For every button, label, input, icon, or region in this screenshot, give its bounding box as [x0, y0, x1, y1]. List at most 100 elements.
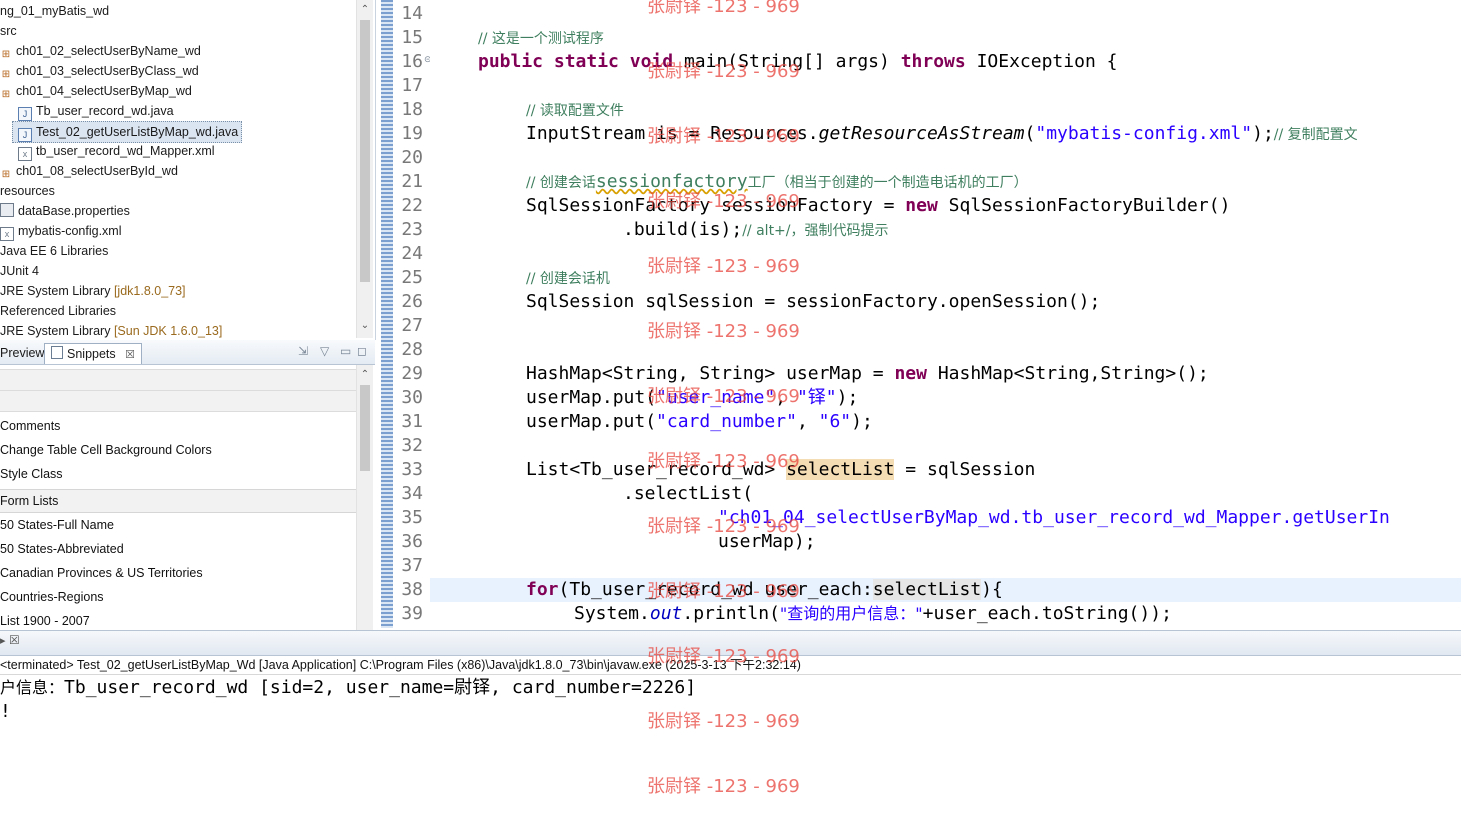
tree-item-label: resources	[0, 184, 55, 198]
snippet-item[interactable]: Countries-Regions	[0, 586, 356, 608]
package-explorer: ng_01_myBatis_wd src ⊞ ch01_02_selectUser…	[0, 0, 376, 340]
line-number: 37	[401, 555, 423, 576]
watermark: 张尉铎 -123 - 969	[647, 126, 800, 147]
console-text: 户信息：	[0, 678, 65, 697]
code-text: ,	[796, 411, 819, 432]
tree-item-properties-file[interactable]: dataBase.properties	[0, 201, 130, 221]
code-text: +user_each.toString());	[922, 603, 1172, 624]
snippet-item[interactable]: Style Class	[0, 463, 356, 485]
console-output[interactable]: 户信息：Tb_user_record_wd [sid=2, user_name=…	[0, 676, 1461, 840]
tree-item-xml-file[interactable]: x tb_user_record_wd_Mapper.xml	[18, 141, 215, 161]
line-number-gutter: 14 15 16 ⊝ 17 18 19 20 21 22 23 24 25 26…	[393, 0, 432, 628]
snippet-item[interactable]: 50 States-Abbreviated	[0, 538, 356, 560]
snippets-tab-bar: Preview Snippets ☒ ⇲ ▽ ▭ ◻	[0, 340, 375, 365]
package-icon: ⊞	[1, 49, 11, 60]
code-text: = sqlSession	[894, 459, 1036, 480]
line-number: 29	[401, 363, 423, 384]
console-tab-icon[interactable]: ▸	[0, 634, 6, 647]
code-text: HashMap<String,String>();	[926, 363, 1209, 384]
snippets-list: Comments Change Table Cell Background Co…	[0, 365, 375, 630]
maximize-icon[interactable]: ◻	[357, 344, 367, 358]
tree-item-label: mybatis-config.xml	[18, 224, 122, 238]
code-text: );	[836, 387, 859, 408]
code-string: "mybatis-config.xml"	[1035, 123, 1253, 144]
snippet-item[interactable]: List 1900 - 2007	[0, 610, 356, 630]
snippets-scrollbar[interactable]: ⌃	[356, 365, 373, 630]
tree-item-label: Java EE 6 Libraries	[0, 244, 109, 258]
tree-item-project[interactable]: ng_01_myBatis_wd	[0, 1, 109, 21]
close-icon[interactable]: ☒	[9, 633, 20, 647]
snippet-drawer-form-lists[interactable]: Form Lists	[0, 489, 356, 513]
code-comment: // alt+/，强制代码提示	[742, 223, 889, 239]
tree-item-library[interactable]: JUnit 4	[0, 261, 39, 281]
scroll-up-icon[interactable]: ⌃	[357, 2, 373, 18]
tree-item-package[interactable]: ⊞ ch01_02_selectUserByName_wd	[0, 41, 201, 61]
tree-item-library[interactable]: JRE System Library [jdk1.8.0_73]	[0, 281, 186, 301]
scroll-down-icon[interactable]: ⌄	[357, 318, 373, 334]
code-keyword: public	[478, 51, 544, 72]
tree-item-package[interactable]: ⊞ ch01_04_selectUserByMap_wd	[0, 81, 192, 101]
line-number: 28	[401, 339, 423, 360]
tree-item-package[interactable]: ⊞ ch01_03_selectUserByClass_wd	[0, 61, 199, 81]
code-line: // 这是一个测试程序	[478, 26, 604, 50]
tree-item-xml-file[interactable]: x mybatis-config.xml	[0, 221, 122, 241]
snippet-item[interactable]: 50 States-Full Name	[0, 514, 356, 536]
line-number: 25	[401, 267, 423, 288]
tree-item-resources[interactable]: resources	[0, 181, 55, 201]
snippet-item[interactable]: Comments	[0, 415, 356, 437]
tree-item-label: JUnit 4	[0, 264, 39, 278]
snippet-drawer-header[interactable]	[0, 391, 356, 412]
scrollbar-thumb[interactable]	[360, 385, 370, 471]
tree-item-library[interactable]: JRE System Library [Sun JDK 1.6.0_13]	[0, 321, 222, 340]
code-text: userMap.put(	[526, 387, 657, 408]
tree-item-label: Referenced Libraries	[0, 304, 117, 318]
line-number: 16	[401, 51, 423, 72]
code-line: SqlSession sqlSession = sessionFactory.o…	[526, 290, 1100, 314]
line-number: 14	[401, 3, 423, 24]
tree-item-library[interactable]: Referenced Libraries	[0, 301, 116, 321]
tree-item-label: Tb_user_record_wd.java	[36, 104, 174, 118]
explorer-scrollbar[interactable]: ⌃ ⌄	[356, 0, 373, 338]
editor-overview-ruler[interactable]	[381, 0, 393, 628]
customize-icon[interactable]: ⇲	[298, 344, 308, 358]
code-keyword: new	[905, 195, 938, 216]
view-menu-icon[interactable]: ▽	[320, 344, 329, 358]
code-string: "card_number"	[656, 411, 797, 432]
tree-item-java-file-selected[interactable]: J Test_02_getUserListByMap_wd.java	[12, 121, 243, 143]
code-comment: // 创建会话机	[526, 271, 610, 287]
line-number: 36	[401, 531, 423, 552]
tab-preview[interactable]: Preview	[0, 343, 44, 363]
snippet-drawer-header[interactable]	[0, 369, 356, 391]
code-text: .selectList(	[623, 483, 754, 504]
code-line: System.out.println("查询的用户信息："+user_each.…	[574, 602, 1172, 626]
line-number: 17	[401, 75, 423, 96]
line-number: 39	[401, 603, 423, 624]
code-keyword: for	[526, 579, 559, 600]
tree-item-src[interactable]: src	[0, 21, 17, 41]
scrollbar-thumb[interactable]	[360, 20, 370, 282]
scroll-up-icon[interactable]: ⌃	[357, 367, 373, 383]
close-icon[interactable]: ☒	[125, 349, 135, 361]
minimize-icon[interactable]: ▭	[340, 344, 351, 358]
tree-item-java-file[interactable]: J Tb_user_record_wd.java	[18, 101, 174, 121]
line-number: 22	[401, 195, 423, 216]
code-line: // 读取配置文件	[526, 98, 624, 122]
line-number: 35	[401, 507, 423, 528]
tree-item-package[interactable]: ⊞ ch01_08_selectUserById_wd	[0, 161, 178, 181]
snippet-item[interactable]: Canadian Provinces & US Territories	[0, 562, 356, 584]
xml-file-icon: x	[18, 147, 32, 161]
tree-item-label: JRE System Library	[0, 324, 111, 338]
code-text: );	[851, 411, 873, 432]
snippet-item[interactable]: Change Table Cell Background Colors	[0, 439, 356, 461]
code-editor[interactable]: // 这是一个测试程序 public static void main(Stri…	[430, 0, 1461, 628]
code-line: "ch01_04_selectUserByMap_wd.tb_user_reco…	[718, 506, 1390, 530]
code-text: HashMap<String, String> userMap =	[526, 363, 895, 384]
tree-item-library[interactable]: Java EE 6 Libraries	[0, 241, 108, 261]
tree-item-label: ch01_08_selectUserById_wd	[16, 164, 178, 178]
code-string: "铎"	[796, 387, 837, 408]
tab-snippets[interactable]: Snippets ☒	[44, 343, 143, 364]
code-field: out	[649, 603, 683, 624]
code-text: .println(	[682, 603, 780, 624]
code-line: userMap.put("card_number", "6");	[526, 410, 873, 434]
package-icon: ⊞	[1, 169, 11, 180]
